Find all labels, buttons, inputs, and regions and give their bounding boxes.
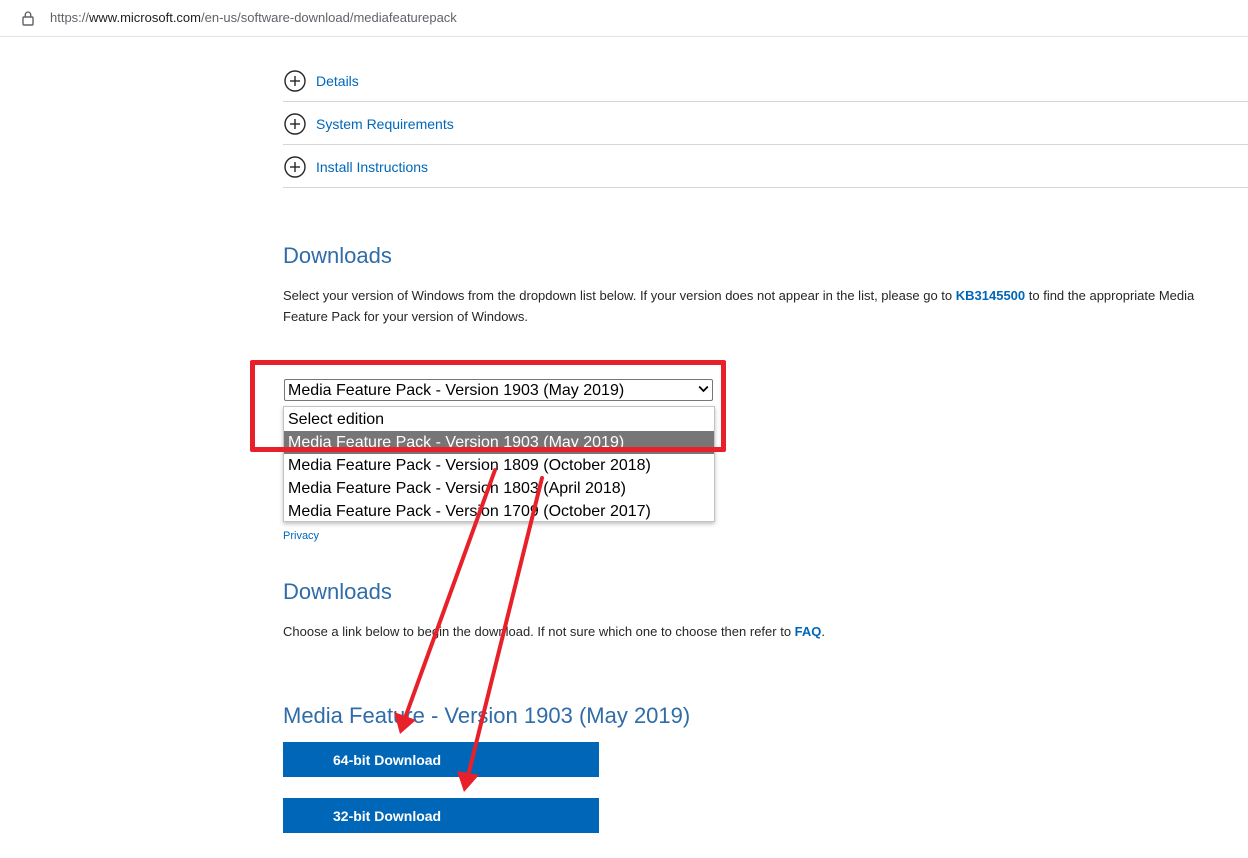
lock-icon — [22, 11, 34, 26]
faq-link[interactable]: FAQ — [795, 624, 822, 639]
url-text[interactable]: https://www.microsoft.com/en-us/software… — [50, 10, 457, 25]
downloads-heading-2: Downloads — [283, 579, 392, 604]
expand-plus-icon — [284, 156, 306, 178]
downloads-heading: Downloads — [283, 243, 392, 268]
download-32bit-button[interactable]: 32-bit Download — [283, 798, 599, 833]
expand-plus-icon — [284, 113, 306, 135]
address-bar[interactable]: https://www.microsoft.com/en-us/software… — [0, 0, 1248, 37]
choose-text: Choose a link below to begin the downloa… — [283, 624, 795, 639]
edition-select-value: Media Feature Pack - Version 1903 (May 2… — [288, 382, 625, 399]
accordion-details[interactable]: Details — [283, 59, 1248, 102]
edition-option[interactable]: Select edition — [284, 408, 714, 431]
download-choose-text: Choose a link below to begin the downloa… — [283, 621, 825, 642]
accordion-label: Install Instructions — [316, 159, 429, 175]
url-scheme: https:// — [50, 10, 90, 25]
privacy-link[interactable]: Privacy — [283, 530, 319, 542]
edition-option[interactable]: Media Feature Pack - Version 1709 (Octob… — [284, 500, 714, 523]
accordion-install-instructions[interactable]: Install Instructions — [283, 145, 1248, 188]
accordion-label: Details — [316, 73, 359, 89]
edition-dropdown-list: Select edition Media Feature Pack - Vers… — [283, 406, 715, 522]
accordion-system-requirements[interactable]: System Requirements — [283, 102, 1248, 145]
instructions-text-continued: to find the appropriate Media — [1025, 288, 1195, 303]
expand-plus-icon — [284, 70, 306, 92]
instructions-text-line2: Feature Pack for your version of Windows… — [283, 309, 528, 324]
chevron-down-icon — [698, 385, 709, 393]
kb-link[interactable]: KB3145500 — [956, 288, 1025, 303]
accordion-label: System Requirements — [316, 116, 454, 132]
edition-select[interactable]: Media Feature Pack - Version 1903 (May 2… — [284, 379, 713, 401]
edition-option-highlighted[interactable]: Media Feature Pack - Version 1903 (May 2… — [284, 431, 714, 454]
url-host: www.microsoft.com — [89, 10, 201, 25]
downloads-instructions: Select your version of Windows from the … — [283, 285, 1194, 327]
instructions-text: Select your version of Windows from the … — [283, 288, 956, 303]
product-title: Media Feature - Version 1903 (May 2019) — [283, 703, 691, 728]
download-64bit-button[interactable]: 64-bit Download — [283, 742, 599, 777]
edition-option[interactable]: Media Feature Pack - Version 1809 (Octob… — [284, 454, 714, 477]
choose-text-end: . — [821, 624, 826, 639]
info-accordion: Details System Requirements Install Inst… — [283, 59, 1248, 188]
url-path: /en-us/software-download/mediafeaturepac… — [201, 10, 457, 25]
edition-option[interactable]: Media Feature Pack - Version 1803 (April… — [284, 477, 714, 500]
